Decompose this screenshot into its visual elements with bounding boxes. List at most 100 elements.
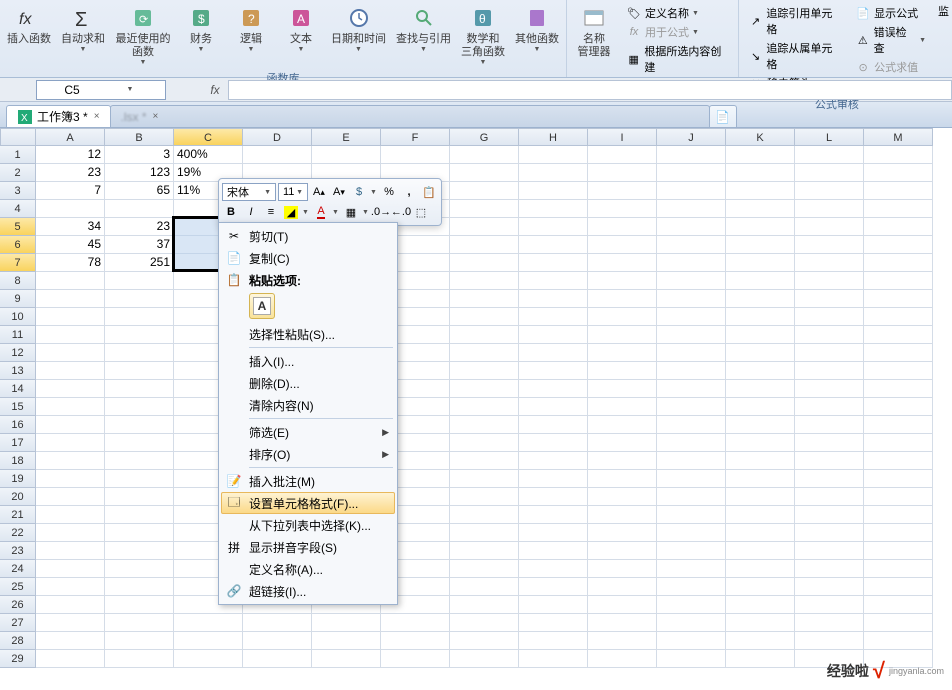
cell-B28[interactable] <box>105 632 174 650</box>
cell-L25[interactable] <box>795 578 864 596</box>
cell-L24[interactable] <box>795 560 864 578</box>
cell-G14[interactable] <box>450 380 519 398</box>
cell-M27[interactable] <box>864 614 933 632</box>
cell-M13[interactable] <box>864 362 933 380</box>
cell-G13[interactable] <box>450 362 519 380</box>
cell-C1[interactable]: 400% <box>174 146 243 164</box>
cell-A7[interactable]: 78 <box>36 254 105 272</box>
cell-K17[interactable] <box>726 434 795 452</box>
cell-A8[interactable] <box>36 272 105 290</box>
ctx-hyperlink[interactable]: 🔗超链接(I)... <box>221 580 395 602</box>
cell-E29[interactable] <box>312 650 381 668</box>
cell-A15[interactable] <box>36 398 105 416</box>
cell-J20[interactable] <box>657 488 726 506</box>
cell-I6[interactable] <box>588 236 657 254</box>
cell-H28[interactable] <box>519 632 588 650</box>
cell-L28[interactable] <box>795 632 864 650</box>
cell-M16[interactable] <box>864 416 933 434</box>
cell-E28[interactable] <box>312 632 381 650</box>
datetime-button[interactable]: 日期和时间▼ <box>327 2 390 68</box>
cell-A4[interactable] <box>36 200 105 218</box>
cell-J3[interactable] <box>657 182 726 200</box>
cell-A2[interactable]: 23 <box>36 164 105 182</box>
cell-B26[interactable] <box>105 596 174 614</box>
cell-H29[interactable] <box>519 650 588 668</box>
cell-J29[interactable] <box>657 650 726 668</box>
cell-A29[interactable] <box>36 650 105 668</box>
cell-L20[interactable] <box>795 488 864 506</box>
row-header-21[interactable]: 21 <box>0 506 36 524</box>
cell-G6[interactable] <box>450 236 519 254</box>
trace-dependents-button[interactable]: ↘追踪从属单元格 <box>746 39 843 73</box>
column-header-B[interactable]: B <box>105 128 174 146</box>
cell-J25[interactable] <box>657 578 726 596</box>
row-header-4[interactable]: 4 <box>0 200 36 218</box>
row-header-22[interactable]: 22 <box>0 524 36 542</box>
cell-M2[interactable] <box>864 164 933 182</box>
cell-M4[interactable] <box>864 200 933 218</box>
cell-B16[interactable] <box>105 416 174 434</box>
cell-B12[interactable] <box>105 344 174 362</box>
cell-J6[interactable] <box>657 236 726 254</box>
cell-H27[interactable] <box>519 614 588 632</box>
cell-J11[interactable] <box>657 326 726 344</box>
cell-B1[interactable]: 3 <box>105 146 174 164</box>
financial-button[interactable]: $ 财务▼ <box>177 2 225 68</box>
cell-C28[interactable] <box>174 632 243 650</box>
cell-B23[interactable] <box>105 542 174 560</box>
cell-K19[interactable] <box>726 470 795 488</box>
cell-L1[interactable] <box>795 146 864 164</box>
create-from-selection-button[interactable]: ▦根据所选内容创建 <box>624 42 731 76</box>
row-header-5[interactable]: 5 <box>0 218 36 236</box>
cell-K8[interactable] <box>726 272 795 290</box>
cell-A12[interactable] <box>36 344 105 362</box>
cell-M24[interactable] <box>864 560 933 578</box>
cell-L22[interactable] <box>795 524 864 542</box>
cell-H8[interactable] <box>519 272 588 290</box>
cell-H1[interactable] <box>519 146 588 164</box>
cell-H19[interactable] <box>519 470 588 488</box>
cell-A11[interactable] <box>36 326 105 344</box>
cell-H12[interactable] <box>519 344 588 362</box>
cell-K6[interactable] <box>726 236 795 254</box>
align-center-button[interactable]: ≡ <box>262 203 280 221</box>
cell-B29[interactable] <box>105 650 174 668</box>
cell-H5[interactable] <box>519 218 588 236</box>
fx-button[interactable]: fx <box>206 83 224 97</box>
cell-I8[interactable] <box>588 272 657 290</box>
ctx-insert[interactable]: 插入(I)... <box>221 350 395 372</box>
cell-K2[interactable] <box>726 164 795 182</box>
cell-G16[interactable] <box>450 416 519 434</box>
cell-J22[interactable] <box>657 524 726 542</box>
name-box[interactable]: C5▼ <box>36 80 166 100</box>
row-header-28[interactable]: 28 <box>0 632 36 650</box>
cell-L11[interactable] <box>795 326 864 344</box>
row-header-15[interactable]: 15 <box>0 398 36 416</box>
cell-A17[interactable] <box>36 434 105 452</box>
column-header-H[interactable]: H <box>519 128 588 146</box>
use-in-formula-button[interactable]: fx用于公式▼ <box>624 23 731 41</box>
cell-H21[interactable] <box>519 506 588 524</box>
fill-color-button[interactable]: ◢ <box>282 203 300 221</box>
ctx-format-cells[interactable]: 🗔设置单元格格式(F)... <box>221 492 395 514</box>
cell-I5[interactable] <box>588 218 657 236</box>
column-header-F[interactable]: F <box>381 128 450 146</box>
ctx-copy[interactable]: 📄复制(C) <box>221 247 395 269</box>
cell-L12[interactable] <box>795 344 864 362</box>
cell-A9[interactable] <box>36 290 105 308</box>
cell-J5[interactable] <box>657 218 726 236</box>
decrease-decimal-button[interactable]: ←.0 <box>392 203 410 221</box>
cell-I4[interactable] <box>588 200 657 218</box>
cell-A26[interactable] <box>36 596 105 614</box>
cell-M28[interactable] <box>864 632 933 650</box>
cell-G2[interactable] <box>450 164 519 182</box>
row-header-2[interactable]: 2 <box>0 164 36 182</box>
formula-input[interactable] <box>228 80 952 100</box>
cell-K13[interactable] <box>726 362 795 380</box>
merge-button[interactable]: ⬚ <box>412 203 430 221</box>
cell-L13[interactable] <box>795 362 864 380</box>
cell-G21[interactable] <box>450 506 519 524</box>
cell-A5[interactable]: 34 <box>36 218 105 236</box>
cell-I26[interactable] <box>588 596 657 614</box>
row-header-17[interactable]: 17 <box>0 434 36 452</box>
